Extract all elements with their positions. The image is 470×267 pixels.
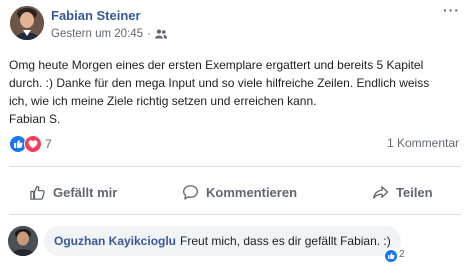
- post-text-line: Omg heute Morgen eines der ersten Exempl…: [9, 58, 424, 72]
- post-header: Fabian Steiner Gestern um 20:45 · ···: [10, 2, 460, 44]
- like-icon: [385, 249, 397, 262]
- divider: [9, 214, 461, 215]
- friends-icon[interactable]: [154, 29, 167, 39]
- more-options-button[interactable]: ···: [443, 2, 460, 18]
- author-avatar[interactable]: [10, 6, 44, 40]
- post-text-line: Fabian S.: [9, 112, 61, 126]
- comment-button[interactable]: Kommentieren: [182, 174, 297, 210]
- comment-reaction-badge[interactable]: 2: [384, 248, 407, 262]
- comment: Oguzhan Kayikcioglu Freut mich, dass es …: [8, 226, 460, 262]
- comment-bubble: Oguzhan Kayikcioglu Freut mich, dass es …: [44, 226, 401, 256]
- comment-text: Freut mich, dass es dir gefällt Fabian. …: [180, 234, 391, 248]
- comment-like-count: 2: [399, 249, 405, 260]
- reaction-icons[interactable]: 7: [9, 135, 52, 153]
- comment-count-link[interactable]: 1 Kommentar: [387, 136, 459, 150]
- like-button-label: Gefällt mir: [53, 184, 118, 200]
- comment-button-label: Kommentieren: [206, 184, 298, 200]
- divider: [9, 166, 461, 167]
- reactions-summary: 7 1 Kommentar: [9, 135, 460, 153]
- thumbs-up-icon: [29, 184, 46, 201]
- post-meta: Gestern um 20:45 ·: [51, 28, 167, 40]
- share-button-label: Teilen: [396, 184, 433, 200]
- share-button[interactable]: Teilen: [372, 174, 433, 210]
- post-timestamp[interactable]: Gestern um 20:45: [51, 28, 143, 40]
- meta-separator: ·: [147, 28, 151, 40]
- like-button[interactable]: Gefällt mir: [29, 174, 117, 210]
- post-text: Omg heute Morgen eines der ersten Exempl…: [9, 56, 461, 128]
- post-actions: Gefällt mir Kommentieren Teilen: [9, 174, 461, 210]
- commenter-name[interactable]: Oguzhan Kayikcioglu: [54, 234, 176, 248]
- comment-bubble-icon: [182, 184, 199, 201]
- share-arrow-icon: [372, 184, 389, 201]
- post-text-line: durch. :) Danke für den mega Input und s…: [9, 76, 430, 90]
- reaction-count[interactable]: 7: [45, 137, 52, 151]
- post-text-line: ich, wie ich meine Ziele richtig setzen …: [9, 94, 317, 108]
- author-name[interactable]: Fabian Steiner: [51, 8, 141, 23]
- commenter-avatar[interactable]: [8, 226, 38, 256]
- love-icon: [24, 135, 42, 153]
